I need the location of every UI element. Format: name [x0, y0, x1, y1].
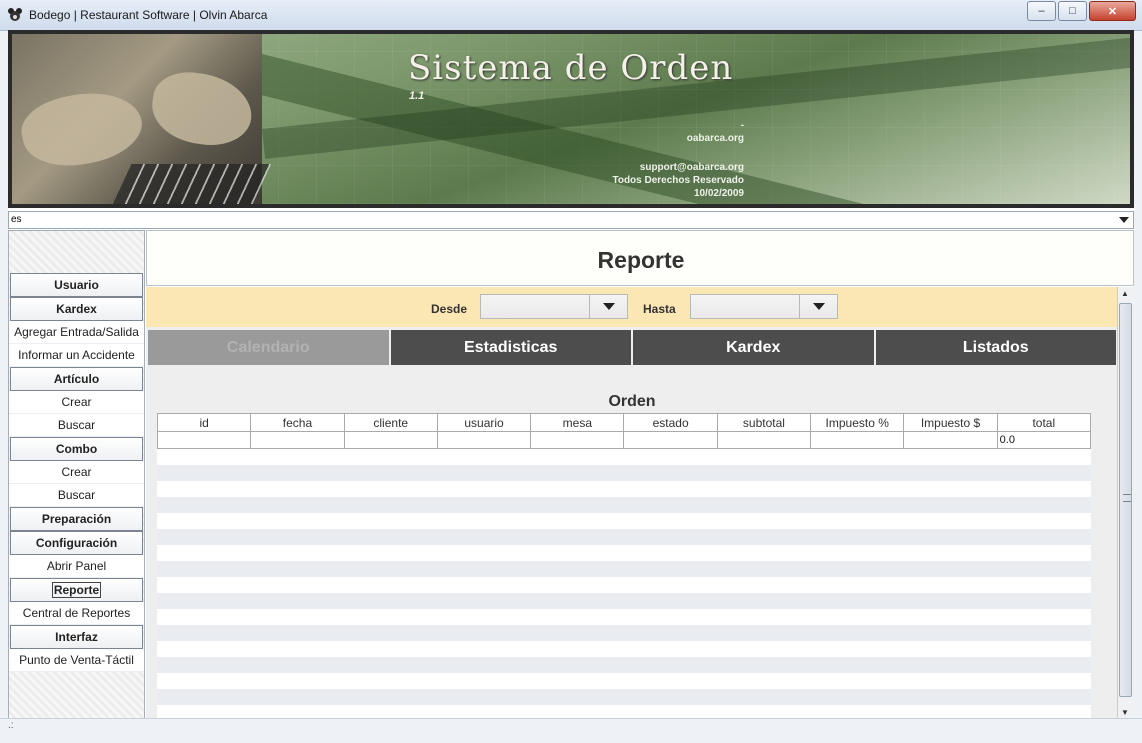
to-date-select[interactable]: [690, 294, 838, 319]
sidebar-item-agregar-entrada-salida[interactable]: Agregar Entrada/Salida: [9, 321, 144, 344]
chevron-down-icon[interactable]: [589, 295, 627, 318]
report-tabs: Calendario Estadisticas Kardex Listados: [148, 330, 1116, 365]
banner-site: oabarca.org: [686, 133, 744, 144]
column-header-total[interactable]: total: [998, 414, 1090, 431]
language-select[interactable]: es: [8, 211, 1134, 229]
from-date-select[interactable]: [480, 294, 628, 319]
column-header-usuario[interactable]: usuario: [438, 414, 532, 431]
sidebar-item-articulo-buscar[interactable]: Buscar: [9, 414, 144, 437]
column-header-mesa[interactable]: mesa: [531, 414, 625, 431]
tab-kardex[interactable]: Kardex: [633, 330, 876, 365]
status-text: .:: [8, 720, 14, 731]
scroll-up-icon[interactable]: ▲: [1121, 289, 1129, 298]
column-header-id[interactable]: id: [158, 414, 252, 431]
table-row[interactable]: 0.0: [157, 432, 1091, 449]
tab-estadisticas[interactable]: Estadisticas: [390, 330, 633, 365]
table-cell[interactable]: [531, 432, 625, 448]
sidebar-header-reporte[interactable]: Reporte: [10, 578, 143, 602]
table-cell[interactable]: [624, 432, 718, 448]
sidebar-header-articulo[interactable]: Artículo: [10, 367, 143, 391]
date-filter-bar: Desde Hasta: [146, 287, 1118, 327]
window-title: Bodego | Restaurant Software | Olvin Aba…: [29, 8, 268, 22]
orders-table: id fecha cliente usuario mesa estado sub…: [157, 413, 1091, 719]
from-label: Desde: [431, 302, 468, 316]
column-header-estado[interactable]: estado: [624, 414, 718, 431]
banner-title: Sistema de Orden: [408, 48, 734, 88]
app-icon: [8, 8, 22, 21]
table-cell[interactable]: [438, 432, 532, 448]
column-header-impuesto-amt[interactable]: Impuesto $: [904, 414, 998, 431]
column-header-cliente[interactable]: cliente: [345, 414, 438, 431]
minimize-button[interactable]: –: [1027, 1, 1056, 21]
sidebar-header-combo[interactable]: Combo: [10, 437, 143, 461]
sidebar-header-preparacion[interactable]: Preparación: [10, 507, 143, 531]
sidebar-item-combo-crear[interactable]: Crear: [9, 461, 144, 484]
sidebar-item-punto-venta-tactil[interactable]: Punto de Venta-Táctil: [9, 649, 144, 672]
scroll-down-icon[interactable]: ▼: [1121, 708, 1129, 717]
chevron-down-icon[interactable]: [1117, 213, 1131, 227]
column-header-impuesto-pct[interactable]: Impuesto %: [811, 414, 905, 431]
sidebar-item-informar-accidente[interactable]: Informar un Accidente: [9, 344, 144, 367]
close-button[interactable]: ✕: [1089, 1, 1136, 21]
app-frame: Sistema de Orden 1.1 - oabarca.org suppo…: [8, 30, 1134, 736]
sidebar-item-central-reportes[interactable]: Central de Reportes: [9, 602, 144, 625]
report-scroll-area: Desde Hasta Calendario Estadisticas Kard…: [146, 287, 1118, 719]
page-title: Reporte: [597, 247, 685, 273]
banner-dash: -: [740, 120, 744, 131]
tab-listados[interactable]: Listados: [875, 330, 1116, 365]
table-cell[interactable]: [718, 432, 812, 448]
tab-calendario[interactable]: Calendario: [148, 330, 391, 365]
table-cell[interactable]: [158, 432, 252, 448]
table-cell[interactable]: [251, 432, 345, 448]
sidebar-item-abrir-panel[interactable]: Abrir Panel: [9, 555, 144, 578]
table-cell[interactable]: [904, 432, 998, 448]
scroll-thumb[interactable]: [1119, 303, 1132, 697]
sidebar: Usuario Kardex Agregar Entrada/Salida In…: [8, 230, 145, 719]
sidebar-header-configuracion[interactable]: Configuración: [10, 531, 143, 555]
sidebar-item-articulo-crear[interactable]: Crear: [9, 391, 144, 414]
grid-title: Orden: [608, 393, 656, 410]
sidebar-header-kardex[interactable]: Kardex: [10, 297, 143, 321]
window-titlebar: Bodego | Restaurant Software | Olvin Aba…: [0, 0, 1142, 31]
banner-email: support@oabarca.org: [639, 162, 744, 173]
column-header-fecha[interactable]: fecha: [251, 414, 345, 431]
column-header-subtotal[interactable]: subtotal: [718, 414, 812, 431]
sidebar-header-usuario[interactable]: Usuario: [10, 273, 143, 297]
to-label: Hasta: [643, 302, 676, 316]
banner-date: 10/02/2009: [693, 188, 744, 199]
table-cell[interactable]: [811, 432, 905, 448]
table-cell[interactable]: [345, 432, 438, 448]
table-cell-total[interactable]: 0.0: [998, 432, 1090, 448]
banner-image: Sistema de Orden 1.1 - oabarca.org suppo…: [12, 34, 1130, 204]
report-panel: Reporte Desde Hasta Calendario Estadisti…: [146, 230, 1134, 719]
sidebar-header-interfaz[interactable]: Interfaz: [10, 625, 143, 649]
maximize-button[interactable]: □: [1058, 1, 1087, 21]
sidebar-item-combo-buscar[interactable]: Buscar: [9, 484, 144, 507]
table-empty-rows: [157, 449, 1091, 719]
status-bar: .:: [0, 718, 1142, 743]
language-value: es: [11, 214, 22, 225]
table-header: id fecha cliente usuario mesa estado sub…: [157, 413, 1091, 432]
chevron-down-icon[interactable]: [799, 295, 837, 318]
banner-rights: Todos Derechos Reservado: [612, 175, 744, 186]
banner-version: 1.1: [409, 90, 425, 102]
vertical-scrollbar[interactable]: ▲ ▼: [1117, 287, 1134, 719]
report-header: Reporte: [146, 230, 1134, 286]
banner: Sistema de Orden 1.1 - oabarca.org suppo…: [8, 30, 1134, 208]
hands-photo: [12, 34, 272, 204]
